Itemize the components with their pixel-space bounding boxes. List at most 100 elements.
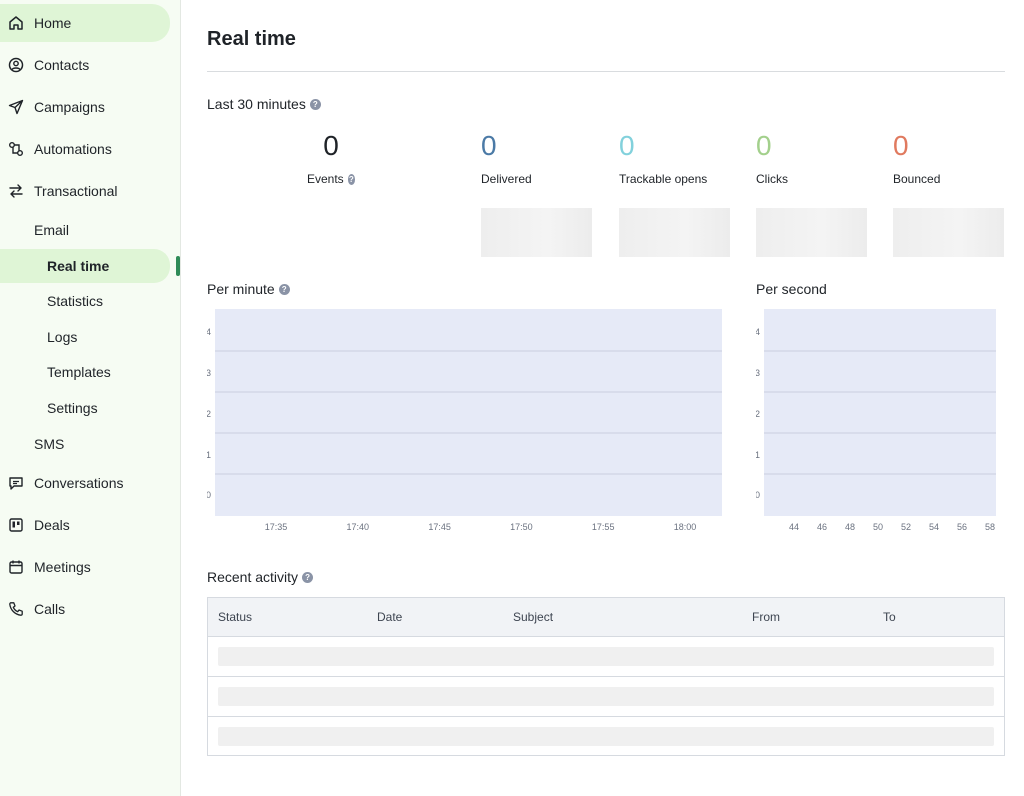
per-minute-y-tick: 4 bbox=[207, 327, 211, 337]
nav-templates-label: Templates bbox=[47, 364, 111, 380]
help-icon[interactable]: ? bbox=[278, 283, 290, 295]
column-to[interactable]: To bbox=[883, 610, 896, 624]
contacts-icon bbox=[8, 57, 24, 73]
per-second-y-tick: 1 bbox=[756, 450, 760, 460]
delivered-sparkline-placeholder bbox=[481, 208, 592, 257]
clicks-sparkline-placeholder bbox=[756, 208, 867, 257]
per-second-heading: Per second bbox=[756, 281, 827, 297]
main-content: Real time Last 30 minutes ? 0 Events ? 0… bbox=[207, 0, 1005, 796]
column-status[interactable]: Status bbox=[218, 610, 252, 624]
last-30-minutes-label: Last 30 minutes bbox=[207, 96, 306, 112]
per-minute-y-tick: 3 bbox=[207, 368, 211, 378]
nav-settings[interactable]: Settings bbox=[0, 391, 170, 425]
per-second-x-tick: 54 bbox=[929, 522, 939, 532]
per-minute-plot-area bbox=[215, 309, 722, 516]
per-minute-x-tick: 18:00 bbox=[674, 522, 697, 532]
per-second-x-tick: 56 bbox=[957, 522, 967, 532]
loading-placeholder bbox=[218, 647, 994, 666]
column-date[interactable]: Date bbox=[377, 610, 402, 624]
nav-calls-label: Calls bbox=[34, 601, 66, 617]
nav-statistics-label: Statistics bbox=[47, 293, 104, 309]
metric-clicks: 0 Clicks bbox=[756, 128, 868, 186]
last-30-minutes-heading: Last 30 minutes ? bbox=[207, 96, 321, 112]
help-icon[interactable]: ? bbox=[309, 98, 321, 110]
per-second-x-tick: 52 bbox=[901, 522, 911, 532]
table-row bbox=[208, 677, 1004, 717]
deals-icon bbox=[8, 517, 24, 533]
metric-clicks-value: 0 bbox=[756, 130, 772, 161]
loading-placeholder bbox=[218, 687, 994, 706]
per-second-chart: 4 3 2 1 0 44 46 48 50 52 54 56 58 bbox=[756, 309, 996, 532]
per-second-label: Per second bbox=[756, 281, 827, 297]
nav-email-label: Email bbox=[34, 222, 70, 238]
metric-delivered-value: 0 bbox=[481, 130, 497, 161]
recent-activity-heading: Recent activity ? bbox=[207, 569, 314, 585]
per-second-plot-area bbox=[764, 309, 996, 516]
nav-automations-label: Automations bbox=[34, 141, 112, 157]
metric-trackable-opens: 0 Trackable opens bbox=[619, 128, 731, 186]
metric-bounced-label: Bounced bbox=[893, 172, 941, 186]
title-divider bbox=[207, 71, 1005, 72]
table-row bbox=[208, 637, 1004, 677]
bounced-sparkline-placeholder bbox=[893, 208, 1004, 257]
nav-home[interactable]: Home bbox=[0, 4, 170, 42]
nav-settings-label: Settings bbox=[47, 400, 98, 416]
per-second-y-tick: 3 bbox=[756, 368, 760, 378]
loading-placeholder bbox=[218, 727, 994, 746]
metric-delivered: 0 Delivered bbox=[481, 128, 593, 186]
nav-transactional-label: Transactional bbox=[34, 183, 118, 199]
per-second-y-tick: 0 bbox=[756, 490, 760, 500]
recent-activity-label: Recent activity bbox=[207, 569, 299, 585]
per-minute-y-tick: 0 bbox=[207, 490, 211, 500]
per-second-x-tick: 58 bbox=[985, 522, 995, 532]
per-minute-chart: 4 3 2 1 0 17:35 17:40 17:45 17:50 17:55 18:00 bbox=[207, 309, 722, 532]
calendar-icon bbox=[8, 559, 24, 575]
metric-events-caption: Events ? bbox=[307, 172, 355, 186]
metric-bounced: 0 Bounced bbox=[893, 128, 1005, 186]
nav-statistics[interactable]: Statistics bbox=[0, 284, 170, 318]
metric-trackable-opens-value: 0 bbox=[619, 130, 635, 161]
metric-trackable-opens-label: Trackable opens bbox=[619, 172, 708, 186]
help-icon[interactable]: ? bbox=[347, 173, 355, 185]
transfer-icon bbox=[8, 183, 24, 199]
nav-templates[interactable]: Templates bbox=[0, 355, 170, 389]
metric-delivered-label: Delivered bbox=[481, 172, 532, 186]
column-from[interactable]: From bbox=[752, 610, 780, 624]
nav-meetings-label: Meetings bbox=[34, 559, 91, 575]
metric-events-label: Events bbox=[307, 172, 344, 186]
column-subject[interactable]: Subject bbox=[513, 610, 553, 624]
per-minute-heading: Per minute ? bbox=[207, 281, 290, 297]
per-minute-y-tick: 2 bbox=[207, 409, 211, 419]
per-second-x-tick: 50 bbox=[873, 522, 883, 532]
metric-bounced-value: 0 bbox=[893, 130, 909, 161]
nav-email[interactable]: Email bbox=[0, 213, 170, 247]
trackable-opens-sparkline-placeholder bbox=[619, 208, 730, 257]
per-minute-label: Per minute bbox=[207, 281, 275, 297]
nav-real-time-label: Real time bbox=[47, 258, 110, 274]
nav-sms[interactable]: SMS bbox=[0, 427, 170, 461]
nav-real-time[interactable]: Real time bbox=[0, 249, 170, 283]
nav-sms-label: SMS bbox=[34, 436, 65, 452]
phone-icon bbox=[8, 601, 24, 617]
sidebar: Home Contacts Campaigns Automations Tran… bbox=[0, 0, 181, 796]
active-indicator bbox=[176, 256, 180, 276]
nav-home-label: Home bbox=[34, 15, 72, 31]
send-icon bbox=[8, 99, 24, 115]
per-minute-x-tick: 17:55 bbox=[592, 522, 615, 532]
per-second-y-tick: 2 bbox=[756, 409, 760, 419]
per-minute-x-tick: 17:40 bbox=[347, 522, 370, 532]
chat-icon bbox=[8, 475, 24, 491]
per-second-x-tick: 46 bbox=[817, 522, 827, 532]
per-minute-x-tick: 17:45 bbox=[428, 522, 451, 532]
table-header: Status Date Subject From To bbox=[208, 598, 1004, 637]
nav-logs[interactable]: Logs bbox=[0, 320, 170, 354]
nav-logs-label: Logs bbox=[47, 329, 78, 345]
help-icon[interactable]: ? bbox=[302, 571, 314, 583]
per-second-x-tick: 48 bbox=[845, 522, 855, 532]
nav-campaigns-label: Campaigns bbox=[34, 99, 105, 115]
per-second-y-tick: 4 bbox=[756, 327, 760, 337]
metric-clicks-label: Clicks bbox=[756, 172, 788, 186]
table-row bbox=[208, 717, 1004, 757]
automation-icon bbox=[8, 141, 24, 157]
metric-events-value: 0 bbox=[323, 130, 339, 161]
